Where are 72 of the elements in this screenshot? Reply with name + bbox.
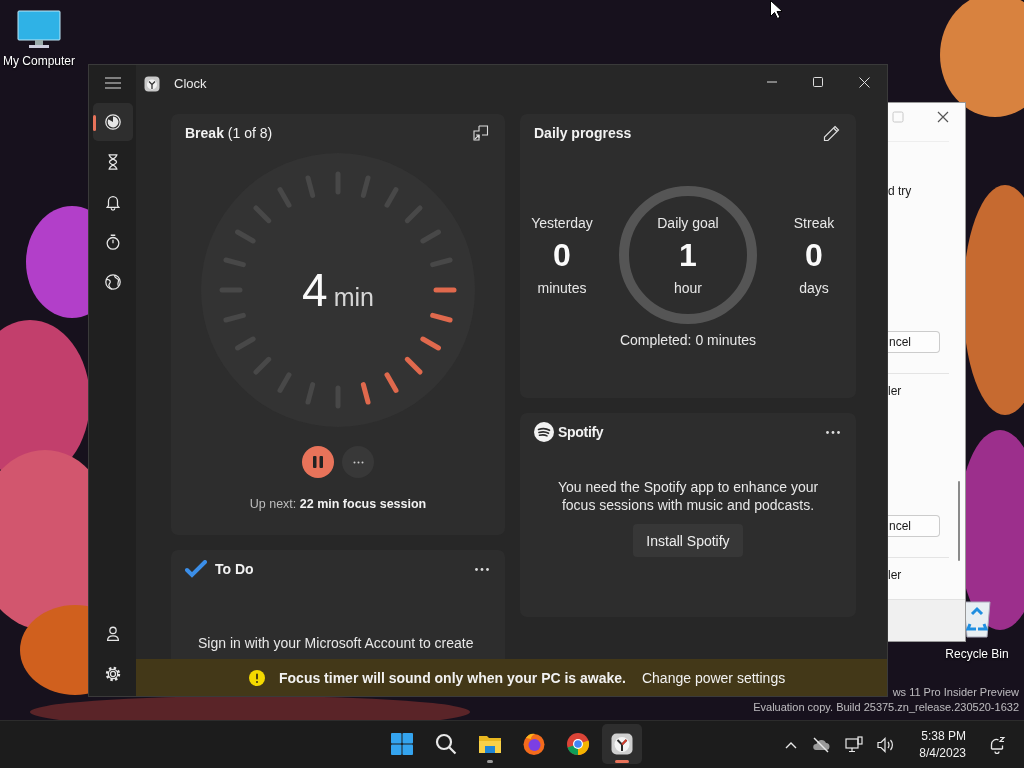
scrollbar[interactable] (958, 481, 960, 561)
banner-message: Focus timer will sound only when your PC is awake. (279, 669, 626, 686)
warning-icon (249, 669, 265, 686)
music-logo-icon (534, 422, 554, 442)
more-icon (826, 430, 840, 434)
more-icon (475, 567, 489, 571)
notification-bell-icon[interactable] (988, 735, 1006, 754)
remaining-unit: min (333, 283, 374, 312)
stat-value: 0 (553, 236, 571, 273)
completed-text: Completed: 0 minutes (619, 332, 757, 348)
watermark-text: Evaluation copy. Build 25375.zn_release.230520-1632 (753, 700, 1019, 715)
pause-icon (313, 456, 323, 468)
mini-view-button[interactable] (471, 123, 491, 143)
focus-icon (103, 113, 122, 131)
card-title: To Do (215, 561, 254, 577)
volume-icon[interactable] (877, 736, 896, 753)
cloud-off-icon[interactable] (811, 736, 832, 753)
checkmark-icon (185, 560, 207, 578)
clock-date[interactable]: 8/4/2023 (919, 744, 966, 762)
install-message: You need the Spotify app to enhance your focus sessions with music and podcasts. (556, 478, 820, 514)
card-title: Break (1 of 8) (185, 125, 273, 141)
watermark-text: ws 11 Pro Insider Preview (892, 685, 1019, 700)
globe-icon (103, 273, 122, 291)
menu-icon (104, 77, 121, 89)
search-icon (434, 732, 458, 756)
more-button[interactable] (473, 565, 491, 573)
more-icon (352, 460, 364, 464)
pause-button[interactable] (302, 446, 334, 478)
desktop-icon-label: Recycle Bin (945, 647, 1009, 661)
window-title: Clock (174, 76, 207, 91)
close-icon (858, 76, 870, 88)
nav-button[interactable] (92, 103, 133, 141)
close-icon[interactable] (937, 111, 949, 123)
windows-logo-icon (390, 732, 414, 756)
bell-icon (103, 193, 122, 211)
dialog-button[interactable]: ncel (888, 331, 940, 353)
dialog-button[interactable]: ncel (888, 515, 940, 537)
sign-in-message: Sign in with your Microsoft Account to create (197, 635, 474, 651)
brand-name: Spotify (558, 424, 604, 440)
maximize-icon (813, 77, 823, 87)
power-settings-link[interactable]: Change power settings (641, 669, 786, 686)
stat-value: 1 (679, 236, 697, 273)
taskbar-button[interactable] (602, 724, 642, 764)
card-title: Daily progress (534, 125, 632, 141)
pencil-icon (823, 124, 840, 142)
monitor-icon[interactable] (17, 10, 61, 50)
stat-label: Yesterday (531, 213, 593, 233)
dialog-text: ler (888, 568, 902, 582)
more-button[interactable] (824, 428, 842, 436)
stat-unit: days (799, 278, 829, 298)
stat-value: 0 (805, 236, 823, 273)
stat-label: Streak (793, 213, 835, 233)
chevron-up-icon[interactable] (785, 740, 798, 749)
stat-unit: minutes (537, 278, 587, 298)
minimize-icon (767, 81, 777, 83)
clock-time[interactable]: 5:38 PM (921, 727, 966, 745)
clock-icon (610, 732, 634, 756)
cursor-icon (770, 0, 782, 19)
remaining-value: 4 (302, 263, 328, 317)
network-icon[interactable] (845, 735, 864, 754)
stat-unit: hour (673, 278, 702, 298)
mini-view-icon (473, 125, 489, 141)
fox-icon (522, 732, 546, 756)
desktop-icon-label: My Computer (3, 54, 75, 68)
stat-label: Daily goal (657, 213, 719, 233)
install-button[interactable]: Install Spotify (633, 524, 743, 557)
up-next-text: Up next: 22 min focus session (249, 497, 427, 511)
dialog-text: ler (888, 384, 902, 398)
settings-icon (103, 665, 122, 683)
tricolor-circle-icon (566, 732, 590, 756)
dialog-text: d try (888, 184, 912, 198)
clock-app-icon (144, 75, 160, 92)
